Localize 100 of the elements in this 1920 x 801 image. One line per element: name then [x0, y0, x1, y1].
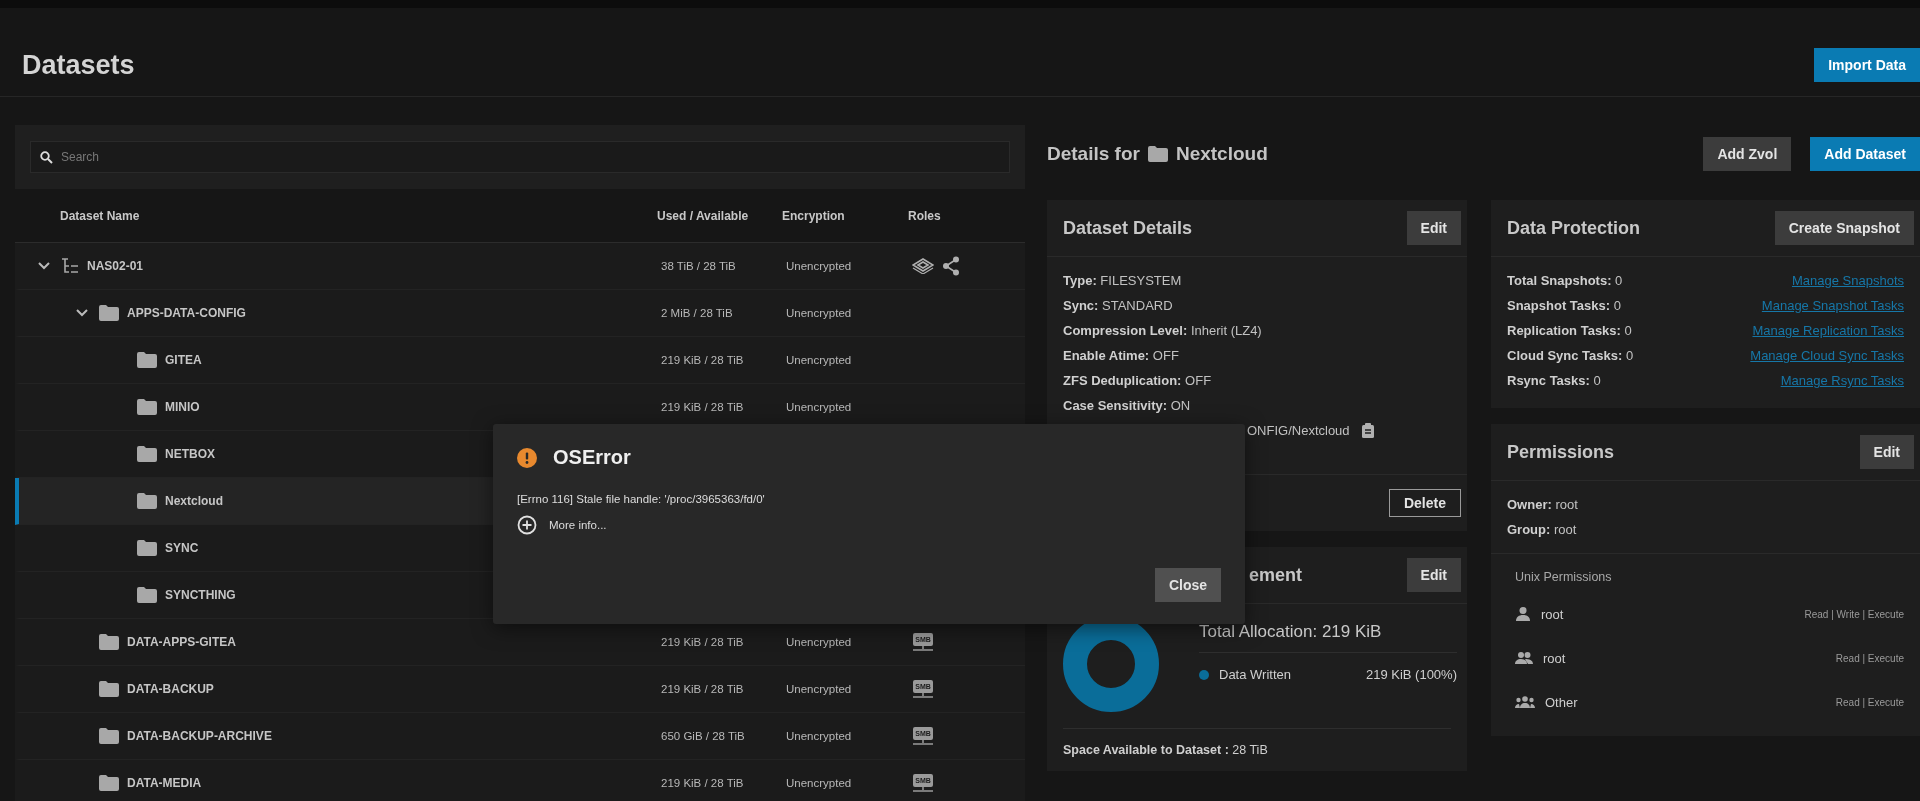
task-count: Snapshot Tasks: 0	[1507, 298, 1621, 313]
folder-icon	[1147, 146, 1168, 162]
close-button[interactable]: Close	[1154, 568, 1221, 602]
more-info-link[interactable]: More info...	[549, 519, 607, 531]
encryption-status: Unencrypted	[786, 354, 852, 366]
owner-field: Owner: root	[1507, 497, 1904, 512]
search-icon	[40, 151, 53, 164]
path-value: ONFIG/Nextcloud	[1247, 423, 1350, 438]
detail-field: Type: FILESYSTEM	[1063, 273, 1451, 288]
user-icon	[1515, 606, 1531, 622]
detail-field: ZFS Deduplication: OFF	[1063, 373, 1451, 388]
folder-icon	[137, 587, 157, 603]
dataset-name: MINIO	[165, 400, 200, 414]
encryption-status: Unencrypted	[786, 307, 852, 319]
task-count: Rsync Tasks: 0	[1507, 373, 1601, 388]
used-available: 219 KiB / 28 TiB	[661, 354, 744, 366]
used-available: 38 TiB / 28 TiB	[661, 260, 736, 272]
dataset-name: DATA-BACKUP-ARCHIVE	[127, 729, 272, 743]
used-available: 219 KiB / 28 TiB	[661, 636, 744, 648]
encryption-status: Unencrypted	[786, 777, 852, 789]
dialog-title: OSError	[553, 446, 631, 469]
network-icon	[912, 739, 934, 746]
group-field: Group: root	[1507, 522, 1904, 537]
space-available: Space Available to Dataset : 28 TiB	[1063, 743, 1268, 757]
layers-icon	[912, 258, 934, 274]
legend-value: 219 KiB (100%)	[1365, 667, 1457, 682]
used-available: 2 MiB / 28 TiB	[661, 307, 733, 319]
pool-tree-icon	[61, 258, 79, 274]
folder-icon	[99, 775, 119, 791]
encryption-status: Unencrypted	[786, 730, 852, 742]
create-snapshot-button[interactable]: Create Snapshot	[1774, 211, 1914, 245]
legend-label: Data Written	[1219, 667, 1291, 682]
folder-icon	[137, 446, 157, 462]
people-icon	[1515, 695, 1535, 709]
used-available: 219 KiB / 28 TiB	[661, 777, 744, 789]
folder-icon	[99, 305, 119, 321]
dataset-name: DATA-APPS-GITEA	[127, 635, 236, 649]
import-data-button[interactable]: Import Data	[1814, 48, 1920, 82]
network-icon	[912, 645, 934, 652]
dataset-name: NAS02-01	[87, 259, 144, 273]
folder-icon	[137, 352, 157, 368]
card-title: Dataset Details	[1063, 217, 1193, 239]
folder-icon	[137, 493, 157, 509]
dataset-name: GITEA	[165, 353, 202, 367]
used-available: 219 KiB / 28 TiB	[661, 683, 744, 695]
permission-subject: root	[1543, 650, 1566, 666]
encryption-status: Unencrypted	[786, 260, 852, 272]
folder-icon	[137, 399, 157, 415]
dataset-row[interactable]: MINIO 219 KiB / 28 TiB Unencrypted	[15, 384, 1025, 431]
task-count: Total Snapshots: 0	[1507, 273, 1623, 288]
add-zvol-button[interactable]: Add Zvol	[1703, 137, 1792, 171]
dataset-row[interactable]: APPS-DATA-CONFIG 2 MiB / 28 TiB Unencrypted	[15, 290, 1025, 337]
expand-plus-icon[interactable]	[517, 515, 537, 535]
delete-button[interactable]: Delete	[1388, 489, 1461, 517]
card-title: ement	[1249, 564, 1302, 586]
permission-rights: Read | Execute	[1835, 652, 1904, 664]
dataset-name: DATA-MEDIA	[127, 776, 202, 790]
clipboard-icon[interactable]	[1361, 423, 1374, 438]
column-header: Dataset Name	[59, 208, 141, 223]
task-count: Replication Tasks: 0	[1507, 323, 1632, 338]
column-header: Used / Available	[657, 208, 750, 223]
detail-field: Case Sensitivity: ON	[1063, 398, 1451, 413]
encryption-status: Unencrypted	[786, 636, 852, 648]
detail-field: Compression Level: Inherit (LZ4)	[1063, 323, 1451, 338]
error-message: [Errno 116] Stale file handle: '/proc/3965363/fd/0'	[517, 493, 766, 505]
share-icon	[942, 256, 960, 276]
used-available: 650 GiB / 28 TiB	[661, 730, 745, 742]
search-field[interactable]: Search	[30, 141, 1010, 173]
network-icon	[912, 692, 934, 699]
dataset-row[interactable]: NAS02-01 38 TiB / 28 TiB Unencrypted	[15, 243, 1025, 290]
permission-rights: Read | Write | Execute	[1804, 608, 1904, 620]
folder-icon	[99, 728, 119, 744]
folder-icon	[99, 681, 119, 697]
dataset-name: Nextcloud	[165, 494, 223, 508]
card-title: Permissions	[1507, 441, 1615, 463]
dataset-row[interactable]: GITEA 219 KiB / 28 TiB Unencrypted	[15, 337, 1025, 384]
dataset-name: SYNCTHING	[165, 588, 236, 602]
folder-icon	[99, 634, 119, 650]
permission-subject: root	[1541, 606, 1564, 622]
dataset-title: Nextcloud	[1175, 143, 1268, 165]
page-title: Datasets	[22, 49, 135, 81]
card-title: Data Protection	[1507, 217, 1641, 239]
network-icon	[912, 786, 934, 793]
edit-button[interactable]: Edit	[1406, 211, 1461, 245]
encryption-status: Unencrypted	[786, 683, 852, 695]
warning-icon	[517, 447, 537, 468]
detail-field: Enable Atime: OFF	[1063, 348, 1451, 363]
permission-subject: Other	[1545, 694, 1578, 710]
permission-rights: Read | Execute	[1835, 696, 1904, 708]
column-header: Roles	[908, 208, 942, 223]
folder-icon	[137, 540, 157, 556]
section-title: Unix Permissions	[1515, 570, 1613, 586]
column-header: Encryption	[782, 208, 846, 223]
edit-button[interactable]: Edit	[1859, 435, 1914, 469]
edit-button[interactable]: Edit	[1406, 558, 1461, 592]
encryption-status: Unencrypted	[786, 401, 852, 413]
detail-field: Sync: STANDARD	[1063, 298, 1451, 313]
dataset-name: SYNC	[165, 541, 199, 555]
add-dataset-button[interactable]: Add Dataset	[1810, 137, 1920, 171]
dataset-name: NETBOX	[165, 447, 215, 461]
